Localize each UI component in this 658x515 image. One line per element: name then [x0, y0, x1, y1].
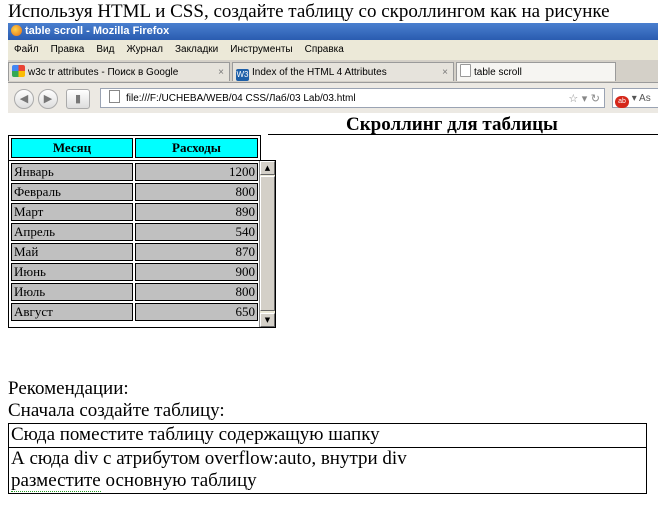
back-arrow-icon[interactable]: ◀ [14, 89, 34, 109]
body-table: Январь 1200 Февраль 800 Март 890 Апрель 540 Май 8… [9, 161, 260, 323]
close-icon[interactable]: × [218, 63, 224, 81]
scroll-container[interactable]: Январь 1200 Февраль 800 Март 890 Апрель 540 Май 8… [8, 160, 276, 328]
expense-cell: 870 [135, 243, 258, 261]
month-cell: Июль [11, 283, 133, 301]
header-month: Месяц [11, 138, 133, 158]
page-icon [109, 90, 120, 103]
firefox-window: table scroll - Mozilla Firefox Файл Правк… [8, 23, 658, 136]
instruction-box-header: Сюда поместите таблицу содержащую шапку [8, 423, 647, 448]
menu-tools[interactable]: Инструменты [224, 40, 298, 60]
w3c-icon: W3 [236, 69, 249, 81]
menu-help[interactable]: Справка [299, 40, 350, 60]
expense-cell: 900 [135, 263, 258, 281]
tab-label: Index of the HTML 4 Attributes [252, 67, 387, 78]
tab-table-scroll[interactable]: table scroll [456, 62, 616, 81]
expense-cell: 890 [135, 203, 258, 221]
table-row: Апрель 540 [11, 223, 258, 241]
tab-label: table scroll [474, 67, 522, 78]
month-cell: Март [11, 203, 133, 221]
menu-bar: Файл Правка Вид Журнал Закладки Инструменты Сп… [8, 40, 658, 60]
menu-history[interactable]: Журнал [120, 40, 169, 60]
month-cell: Июнь [11, 263, 133, 281]
month-cell: Январь [11, 163, 133, 181]
menu-bookmarks[interactable]: Закладки [169, 40, 224, 60]
tab-google-search[interactable]: w3c tr attributes - Поиск в Google × [8, 62, 230, 81]
star-reload-icons[interactable]: ☆ ▾ ↻ [568, 89, 600, 109]
table-row: Март 890 [11, 203, 258, 221]
tab-html4-attributes[interactable]: W3 Index of the HTML 4 Attributes × [232, 62, 454, 81]
close-icon[interactable]: × [442, 63, 448, 81]
month-cell: Апрель [11, 223, 133, 241]
address-bar[interactable]: file:///F:/UCHEBA/WEB/04 CSS/Лаб/03 Lab/… [100, 88, 605, 108]
page-icon [460, 64, 471, 77]
expense-cell: 800 [135, 183, 258, 201]
tab-label: w3c tr attributes - Поиск в Google [28, 67, 179, 78]
month-cell: Февраль [11, 183, 133, 201]
recommendations-title: Рекомендации: [8, 378, 129, 399]
month-cell: Май [11, 243, 133, 261]
search-box[interactable]: ab ▾ As [612, 88, 658, 108]
menu-view[interactable]: Вид [90, 40, 120, 60]
vertical-scrollbar[interactable]: ▲ ▼ [259, 161, 275, 327]
horizontal-rule [268, 134, 658, 135]
firefox-icon [11, 25, 22, 36]
bar-chart-icon[interactable]: ▮ [66, 89, 90, 109]
recommendations-first: Сначала создайте таблицу: [8, 400, 225, 421]
instruction-row2-line1: А сюда div с атрибутом overflow:auto, вн… [11, 448, 407, 469]
scroll-thumb[interactable] [260, 176, 275, 311]
menu-edit[interactable]: Правка [45, 40, 91, 60]
expense-cell: 800 [135, 283, 258, 301]
instruction-row1: Сюда поместите таблицу содержащую шапку [11, 424, 380, 445]
task-text: Используя HTML и CSS, создайте таблицу с… [8, 1, 610, 22]
page-heading: Скроллинг для таблицы [346, 114, 558, 135]
title-bar: table scroll - Mozilla Firefox [8, 23, 658, 40]
table-row: Август 650 [11, 303, 258, 321]
search-engine-icon: ab [615, 96, 629, 108]
google-icon [12, 65, 25, 77]
scroll-down-icon[interactable]: ▼ [260, 313, 275, 327]
table-row: Июнь 900 [11, 263, 258, 281]
month-cell: Август [11, 303, 133, 321]
header-expenses: Расходы [135, 138, 258, 158]
expense-cell: 540 [135, 223, 258, 241]
forward-arrow-icon[interactable]: ▶ [38, 89, 58, 109]
url-text: file:///F:/UCHEBA/WEB/04 CSS/Лаб/03 Lab/… [126, 93, 356, 104]
header-table: Месяц Расходы [8, 135, 261, 161]
menu-file[interactable]: Файл [8, 40, 45, 60]
expense-cell: 650 [135, 303, 258, 321]
search-text: As [639, 93, 651, 104]
navigation-bar: ◀ ▶ ▮ file:///F:/UCHEBA/WEB/04 CSS/Лаб/0… [8, 83, 658, 113]
scroll-up-icon[interactable]: ▲ [260, 161, 275, 175]
instruction-box-body: А сюда div с атрибутом overflow:auto, вн… [8, 447, 647, 494]
table-row: Июль 800 [11, 283, 258, 301]
table-row: Январь 1200 [11, 163, 258, 181]
expense-cell: 1200 [135, 163, 258, 181]
table-row: Февраль 800 [11, 183, 258, 201]
tab-strip: w3c tr attributes - Поиск в Google × W3 I… [8, 60, 658, 83]
window-title: table scroll - Mozilla Firefox [25, 25, 170, 37]
table-row: Май 870 [11, 243, 258, 261]
instruction-row2-line2: основную таблицу [100, 470, 257, 491]
instruction-row2-word: разместите [11, 470, 101, 492]
recommendations: Рекомендации: Сначала создайте таблицу: [8, 378, 225, 422]
